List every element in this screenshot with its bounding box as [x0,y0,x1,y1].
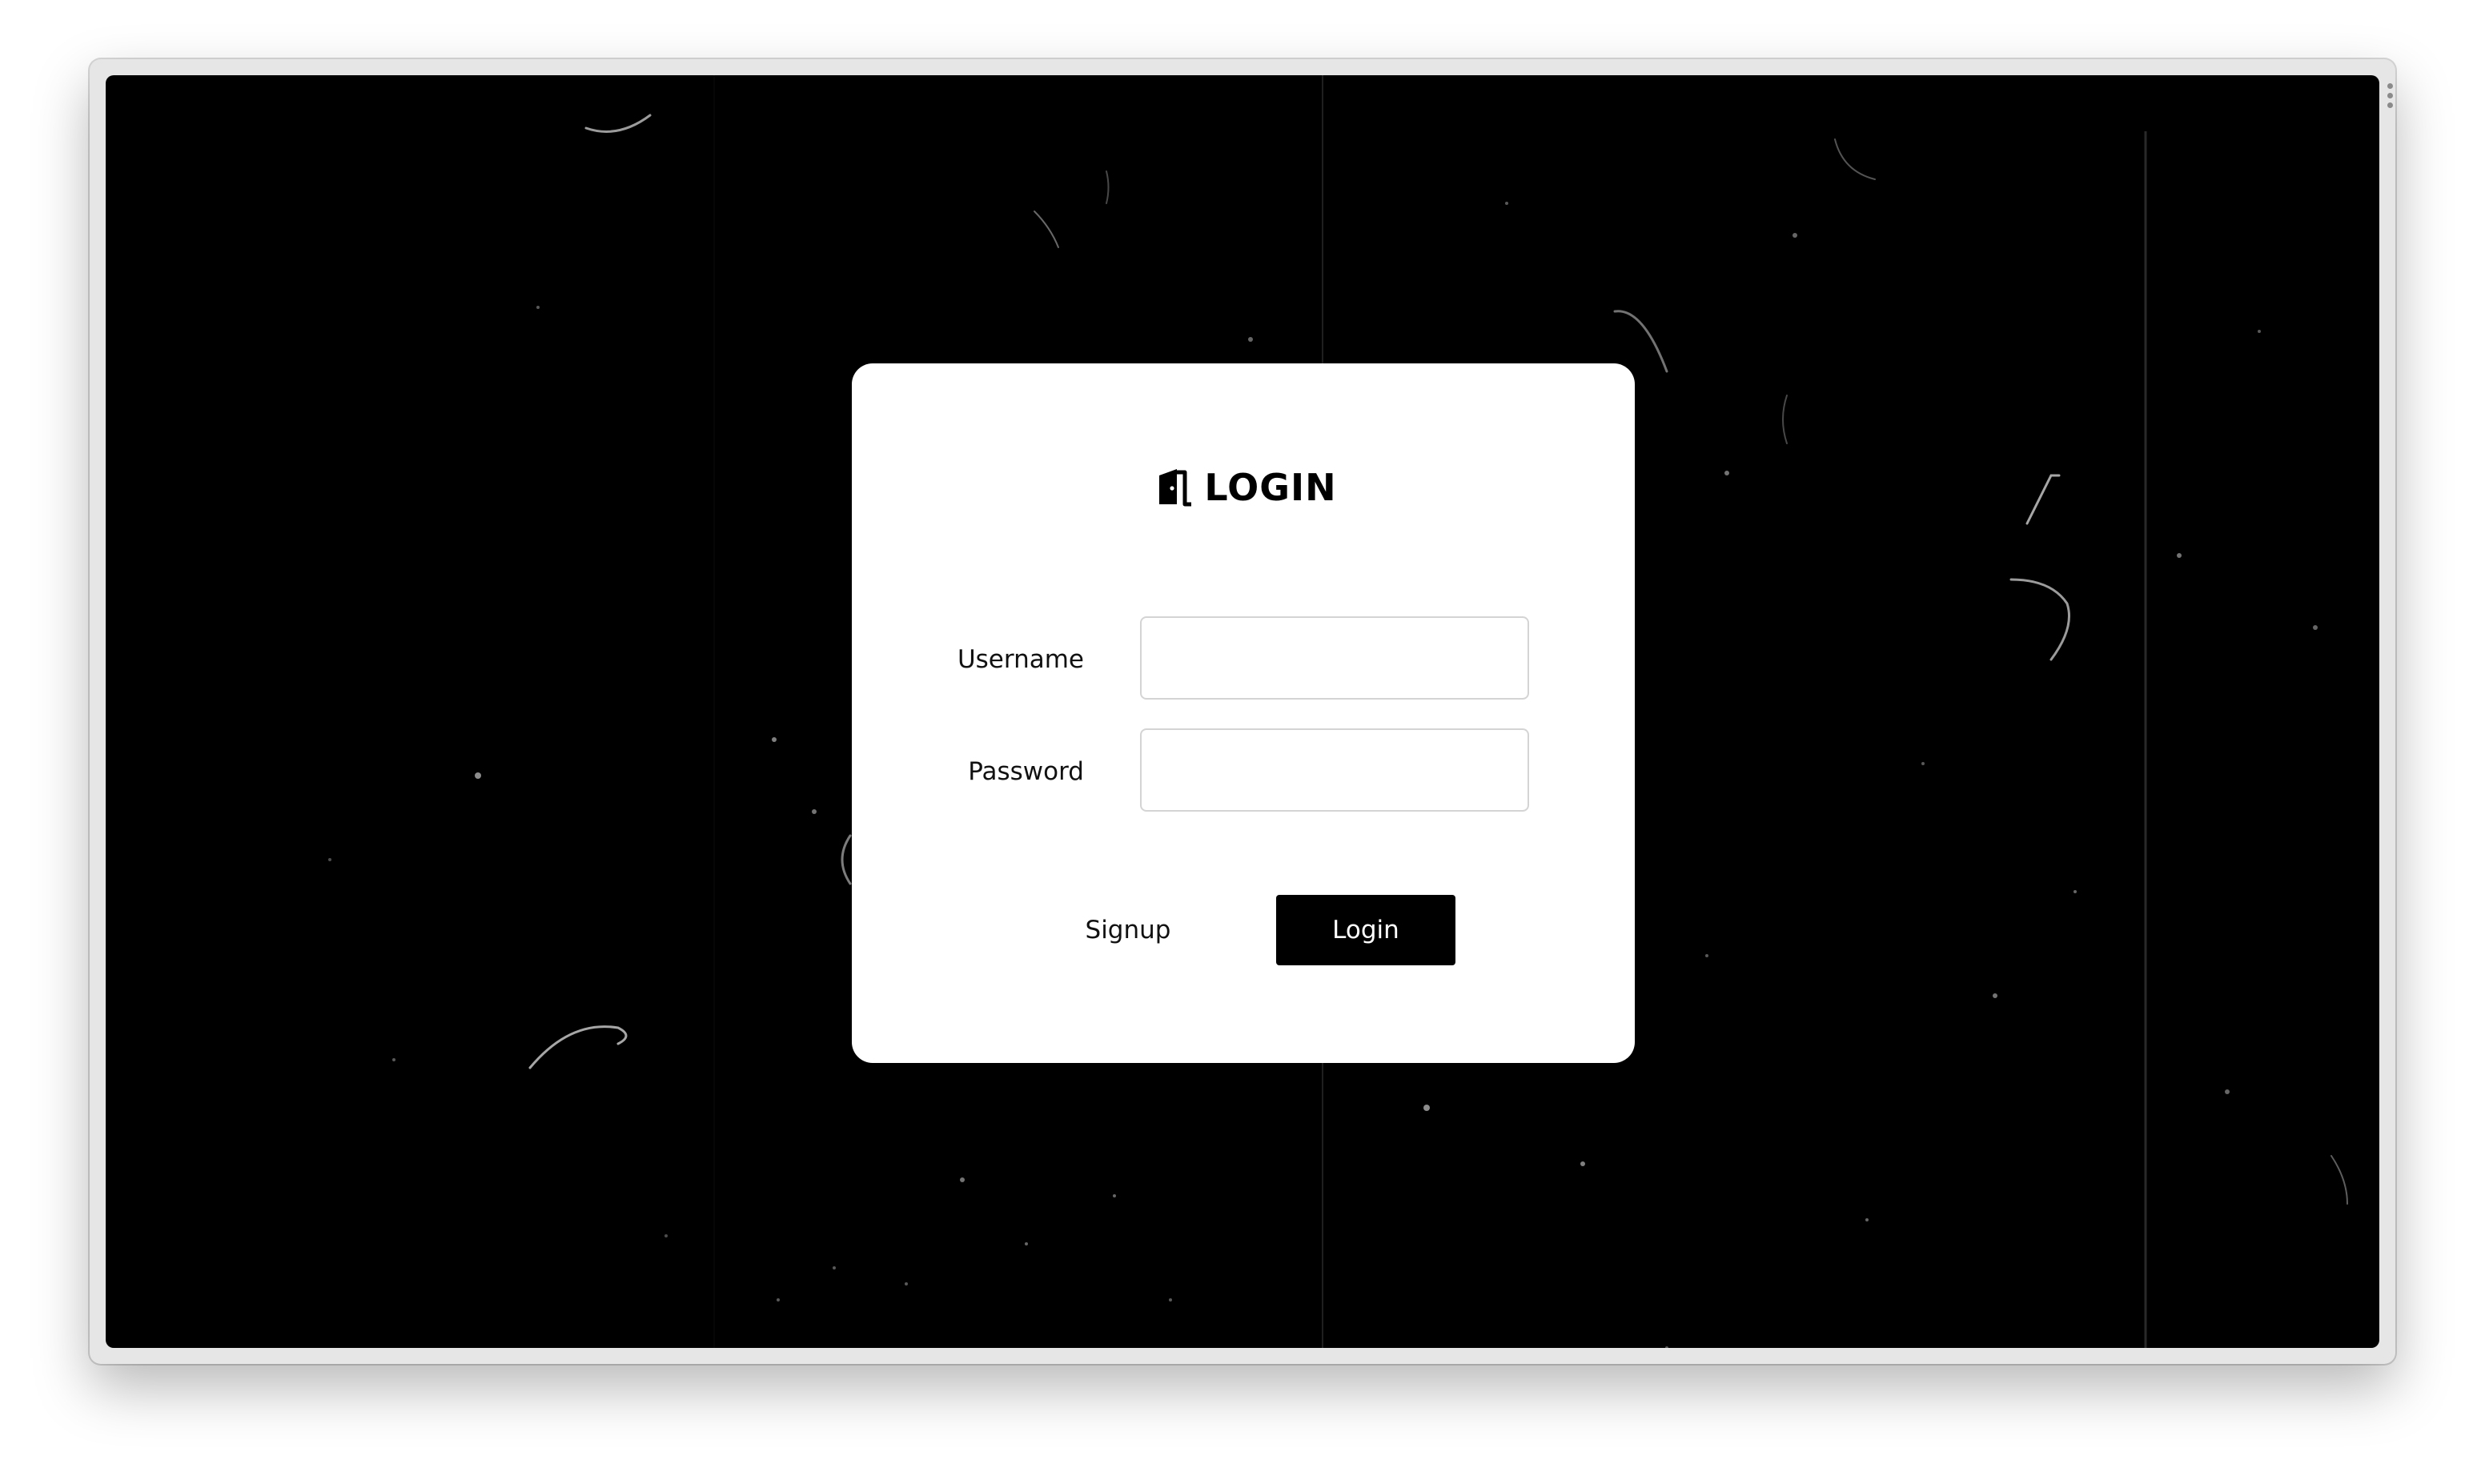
password-label: Password [968,757,1084,786]
browser-window: LOGIN Username Password Signup Login [90,59,2395,1364]
page-viewport: LOGIN Username Password Signup Login [106,75,2379,1348]
login-button[interactable]: Login [1276,895,1455,965]
door-icon [1151,469,1192,507]
password-input[interactable] [1140,728,1529,812]
username-input[interactable] [1140,616,1529,700]
login-card: LOGIN Username Password Signup Login [852,363,1635,1063]
username-label: Username [957,645,1084,674]
signup-link[interactable]: Signup [1052,895,1204,965]
page-title: LOGIN [1204,466,1337,509]
login-header: LOGIN [852,466,1635,509]
window-resize-handle[interactable] [2387,83,2394,108]
